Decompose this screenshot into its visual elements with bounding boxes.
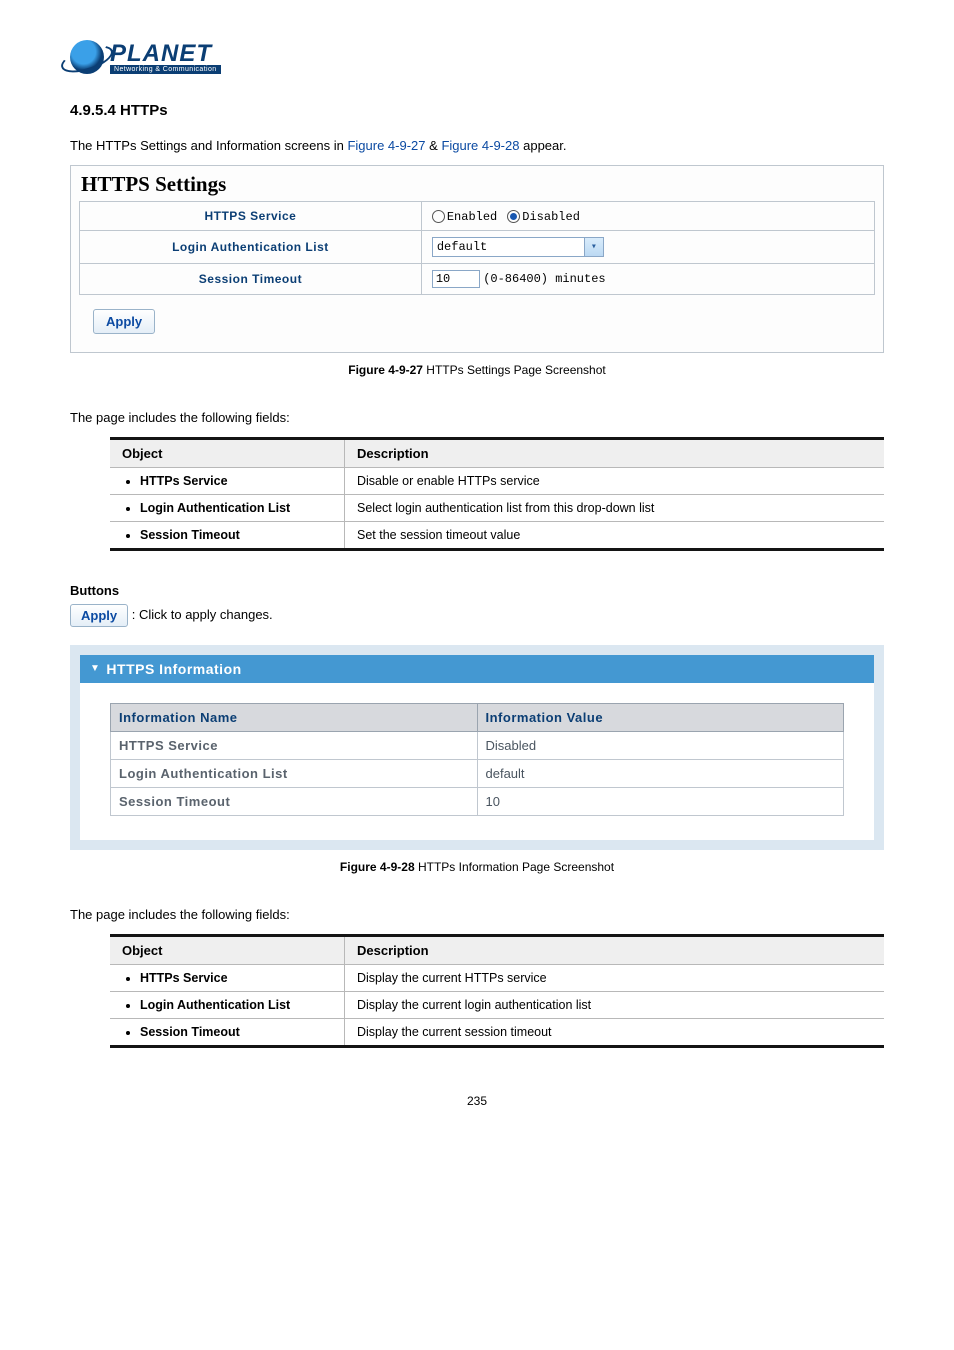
figure-caption-2: Figure 4-9-28 HTTPs Information Page Scr… xyxy=(70,860,884,874)
input-session-timeout[interactable] xyxy=(432,270,480,288)
radio-icon xyxy=(432,210,445,223)
https-info-title: HTTPS Information xyxy=(106,661,241,677)
col-object: Object xyxy=(110,438,345,467)
https-settings-table: HTTPS Service Enabled Disabled Login Aut… xyxy=(79,201,875,294)
brand-logo: PLANET Networking & Communication xyxy=(70,40,884,74)
label-login-auth-list: Login Authentication List xyxy=(80,230,422,263)
fields-intro-1: The page includes the following fields: xyxy=(70,409,884,427)
info-value-https-service: Disabled xyxy=(477,731,844,759)
hint-session-timeout: (0-86400) minutes xyxy=(483,272,605,286)
info-value-session-timeout: 10 xyxy=(477,787,844,815)
apply-button-inline[interactable]: Apply xyxy=(70,604,128,627)
desc-session-timeout: Set the session timeout value xyxy=(345,521,885,549)
col-info-value: Information Value xyxy=(477,703,844,731)
fields-table-2: Object Description HTTPs Service Display… xyxy=(110,934,884,1048)
desc-login-auth-list: Display the current login authentication… xyxy=(345,991,885,1018)
fields-table-1: Object Description HTTPs Service Disable… xyxy=(110,437,884,551)
section-heading: 4.9.5.4 HTTPs xyxy=(70,102,884,119)
obj-session-timeout: Session Timeout xyxy=(140,528,332,542)
col-description: Description xyxy=(345,935,885,964)
apply-button[interactable]: Apply xyxy=(93,309,155,334)
brand-tagline: Networking & Communication xyxy=(110,65,221,74)
https-info-panel: ▼ HTTPS Information Information Name Inf… xyxy=(70,645,884,850)
buttons-heading: Buttons xyxy=(70,583,884,598)
link-figure-4-9-27[interactable]: Figure 4-9-27 xyxy=(347,138,425,153)
info-name-login-auth-list: Login Authentication List xyxy=(111,759,478,787)
select-value: default xyxy=(433,240,584,254)
https-settings-title: HTTPS Settings xyxy=(81,172,875,197)
col-info-name: Information Name xyxy=(111,703,478,731)
https-info-titlebar[interactable]: ▼ HTTPS Information xyxy=(80,655,874,683)
info-value-login-auth-list: default xyxy=(477,759,844,787)
figure-caption-1: Figure 4-9-27 HTTPs Settings Page Screen… xyxy=(70,363,884,377)
label-session-timeout: Session Timeout xyxy=(80,263,422,294)
desc-session-timeout: Display the current session timeout xyxy=(345,1018,885,1046)
obj-session-timeout: Session Timeout xyxy=(140,1025,332,1039)
select-login-auth-list[interactable]: default ▾ xyxy=(432,237,604,257)
obj-https-service: HTTPs Service xyxy=(140,474,332,488)
fields-intro-2: The page includes the following fields: xyxy=(70,906,884,924)
obj-https-service: HTTPs Service xyxy=(140,971,332,985)
radio-https-enabled[interactable]: Enabled xyxy=(432,209,497,224)
desc-https-service: Disable or enable HTTPs service xyxy=(345,467,885,494)
section-title: HTTPs xyxy=(120,102,168,119)
col-description: Description xyxy=(345,438,885,467)
https-info-table: Information Name Information Value HTTPS… xyxy=(110,703,844,816)
https-settings-panel: HTTPS Settings HTTPS Service Enabled Dis… xyxy=(70,165,884,352)
chevron-down-icon: ▾ xyxy=(584,238,603,256)
radio-icon xyxy=(507,210,520,223)
desc-https-service: Display the current HTTPs service xyxy=(345,964,885,991)
label-https-service: HTTPS Service xyxy=(80,202,422,230)
buttons-line: Apply : Click to apply changes. xyxy=(70,604,884,627)
info-name-https-service: HTTPS Service xyxy=(111,731,478,759)
obj-login-auth-list: Login Authentication List xyxy=(140,998,332,1012)
obj-login-auth-list: Login Authentication List xyxy=(140,501,332,515)
info-name-session-timeout: Session Timeout xyxy=(111,787,478,815)
caret-down-icon: ▼ xyxy=(90,663,100,674)
radio-https-disabled[interactable]: Disabled xyxy=(507,209,580,224)
link-figure-4-9-28[interactable]: Figure 4-9-28 xyxy=(441,138,519,153)
brand-name: PLANET xyxy=(110,43,221,65)
col-object: Object xyxy=(110,935,345,964)
page-number: 235 xyxy=(70,1094,884,1108)
intro-paragraph: The HTTPs Settings and Information scree… xyxy=(70,137,884,155)
section-number: 4.9.5.4 xyxy=(70,102,116,119)
planet-globe-icon xyxy=(70,40,104,74)
desc-login-auth-list: Select login authentication list from th… xyxy=(345,494,885,521)
buttons-desc: : Click to apply changes. xyxy=(132,607,273,622)
